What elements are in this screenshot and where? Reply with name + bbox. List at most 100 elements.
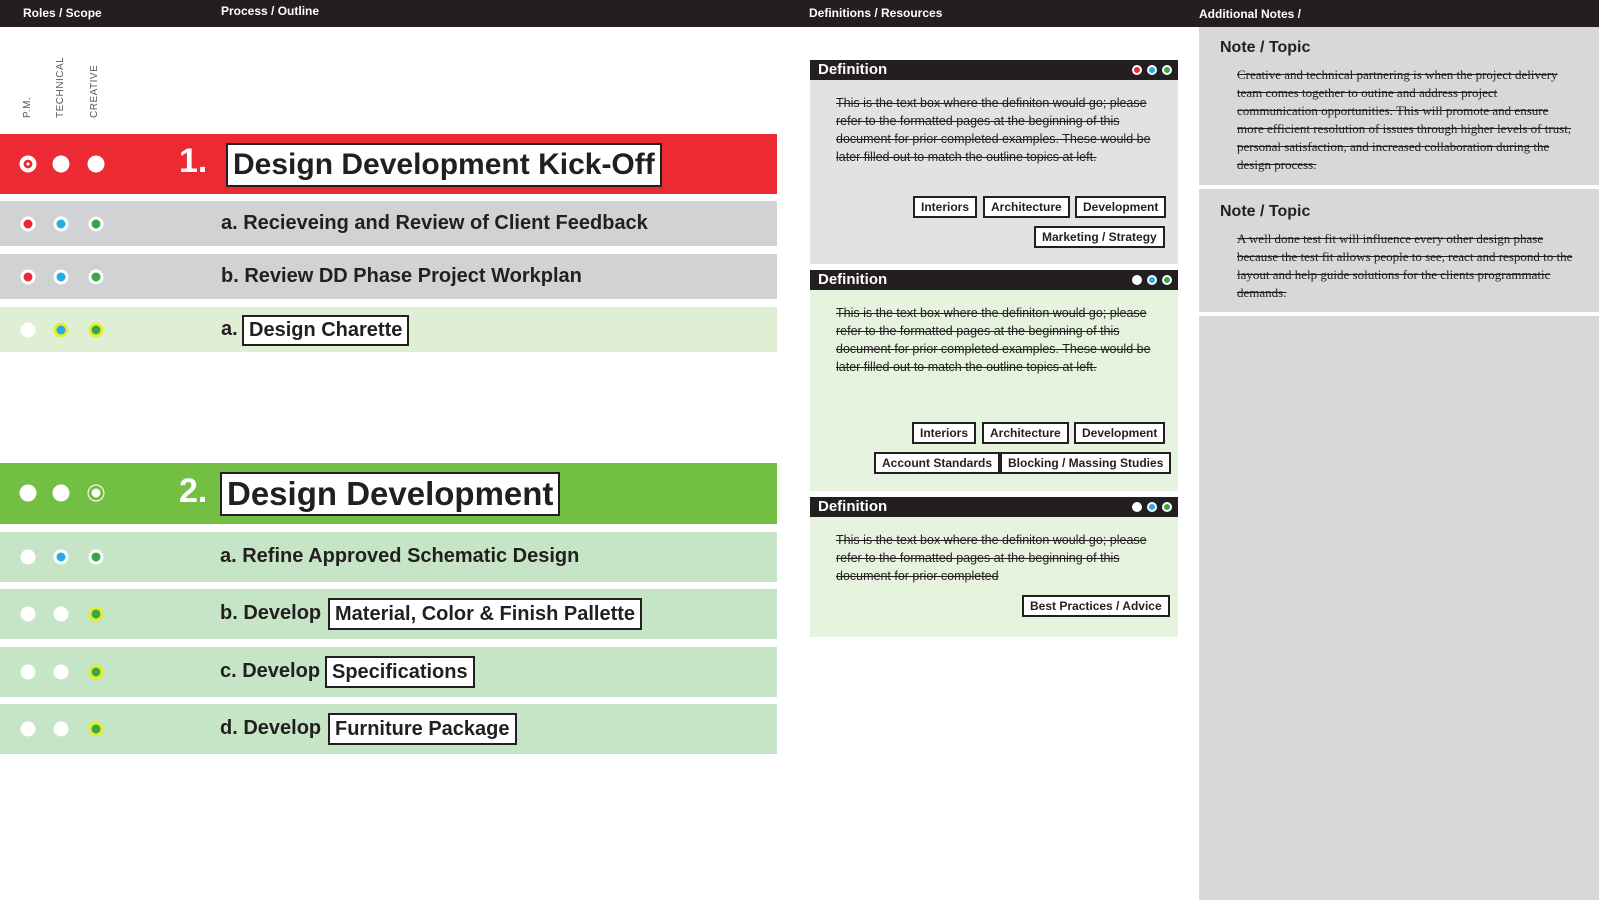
tag-best-practices-advice[interactable]: Best Practices / Advice	[1022, 595, 1170, 617]
tag-development[interactable]: Development	[1075, 196, 1167, 218]
phase-2-title: Design Development	[220, 472, 561, 516]
item-prefix: d. Develop	[220, 717, 322, 739]
additional-notes-heading: Additional Notes /	[1199, 7, 1301, 21]
definition-header: Definition	[810, 270, 1178, 290]
tag-marketing-strategy[interactable]: Marketing / Strategy	[1034, 226, 1165, 248]
phase-1-item-design-charette[interactable]: a. Design Charette	[0, 307, 777, 352]
phase-2-item-c[interactable]: c. Develop Specifications	[0, 647, 777, 697]
technical-role-dot	[53, 216, 69, 232]
technical-indicator-icon	[1147, 502, 1157, 512]
definition-text: This is the text box where the definiton…	[836, 96, 1151, 164]
roles-scope-heading: Roles / Scope	[23, 6, 102, 20]
technical-role-dot	[52, 484, 70, 502]
definition-title: Definition	[818, 498, 888, 515]
definition-card-1: Definition This is the text box where th…	[810, 60, 1178, 264]
creative-role-dot	[88, 322, 104, 338]
technical-role-dot	[53, 606, 69, 622]
creative-indicator-icon	[1162, 65, 1172, 75]
creative-role-dot	[88, 664, 104, 680]
pm-role-dot	[20, 664, 36, 680]
technical-indicator-icon	[1147, 65, 1157, 75]
role-label-pm: P.M.	[22, 96, 33, 118]
technical-role-dot	[53, 269, 69, 285]
role-label-technical: TECHNICAL	[55, 56, 66, 118]
creative-role-dot	[88, 606, 104, 622]
phase-2-item-b[interactable]: b. Develop Material, Color & Finish Pall…	[0, 589, 777, 639]
note-divider	[1199, 312, 1599, 316]
creative-role-dot	[88, 721, 104, 737]
definition-card-2: Definition This is the text box where th…	[810, 270, 1178, 491]
definition-title: Definition	[818, 61, 888, 78]
tag-account-standards[interactable]: Account Standards	[874, 452, 1001, 474]
tag-interiors[interactable]: Interiors	[912, 422, 977, 444]
tag-interiors[interactable]: Interiors	[913, 196, 978, 218]
pm-role-dot	[20, 549, 36, 565]
item-boxed-topic: Material, Color & Finish Pallette	[328, 598, 643, 630]
definition-body: This is the text box where the definiton…	[810, 517, 1178, 637]
creative-indicator-icon	[1162, 275, 1172, 285]
pm-indicator-icon	[1132, 502, 1142, 512]
technical-role-dot	[53, 721, 69, 737]
note-divider	[1199, 185, 1599, 189]
phase-2-item-a[interactable]: a. Refine Approved Schematic Design	[0, 532, 777, 582]
phase-1-item-a[interactable]: a. Recieveing and Review of Client Feedb…	[0, 201, 777, 246]
pm-indicator-icon	[1132, 65, 1142, 75]
pm-role-dot	[20, 216, 36, 232]
pm-role-dot	[20, 606, 36, 622]
item-prefix: c. Develop	[220, 660, 321, 682]
phase-1-title: Design Development Kick-Off	[226, 143, 662, 187]
note-1-title: Note / Topic	[1220, 39, 1311, 56]
item-label: a. Recieveing and Review of Client Feedb…	[221, 212, 648, 234]
creative-role-dot	[88, 216, 104, 232]
pm-role-dot	[20, 322, 36, 338]
pm-role-dot	[19, 484, 37, 502]
item-boxed-topic: Furniture Package	[328, 713, 517, 745]
definitions-resources-heading: Definitions / Resources	[809, 6, 943, 20]
tag-blocking-massing-studies[interactable]: Blocking / Massing Studies	[1000, 452, 1172, 474]
pm-indicator-icon	[1132, 275, 1142, 285]
creative-role-dot	[87, 484, 105, 502]
tag-architecture[interactable]: Architecture	[982, 422, 1069, 444]
additional-notes-panel: Note / Topic Creative and technical part…	[1199, 27, 1599, 900]
definition-body: This is the text box where the definiton…	[810, 290, 1178, 491]
phase-2-header[interactable]: 2. Design Development	[0, 463, 777, 524]
item-label: b. Review DD Phase Project Workplan	[221, 265, 582, 287]
definition-text: This is the text box where the definiton…	[836, 306, 1151, 374]
technical-role-dot	[52, 155, 70, 173]
process-outline-heading: Process / Outline	[221, 4, 320, 18]
definition-body: This is the text box where the definiton…	[810, 80, 1178, 264]
item-boxed-topic: Design Charette	[242, 315, 410, 346]
definition-header: Definition	[810, 60, 1178, 80]
item-boxed-topic: Specifications	[325, 656, 475, 688]
tag-development[interactable]: Development	[1074, 422, 1166, 444]
technical-role-dot	[53, 322, 69, 338]
definition-title: Definition	[818, 271, 888, 288]
technical-role-dot	[53, 549, 69, 565]
creative-indicator-icon	[1162, 502, 1172, 512]
pm-role-dot	[19, 155, 37, 173]
definition-header: Definition	[810, 497, 1178, 517]
phase-1-number: 1.	[179, 142, 208, 180]
definition-text: This is the text box where the definiton…	[836, 533, 1147, 583]
technical-role-dot	[53, 664, 69, 680]
phase-1-header[interactable]: 1. Design Development Kick-Off	[0, 134, 777, 194]
note-2-text: A well done test fit will influence ever…	[1237, 231, 1573, 300]
item-label: a. Refine Approved Schematic Design	[220, 545, 580, 567]
header-bar: Roles / Scope Process / Outline Definiti…	[0, 0, 1599, 27]
creative-role-dot	[88, 549, 104, 565]
tag-architecture[interactable]: Architecture	[983, 196, 1070, 218]
pm-role-dot	[20, 269, 36, 285]
phase-2-number: 2.	[179, 472, 208, 510]
creative-role-dot	[87, 155, 105, 173]
phase-1-item-b[interactable]: b. Review DD Phase Project Workplan	[0, 254, 777, 299]
note-2-title: Note / Topic	[1220, 203, 1311, 220]
item-prefix: a.	[221, 318, 238, 340]
note-1-text: Creative and technical partnering is whe…	[1237, 67, 1572, 172]
item-prefix: b. Develop	[220, 602, 322, 624]
technical-indicator-icon	[1147, 275, 1157, 285]
pm-role-dot	[20, 721, 36, 737]
phase-2-item-d[interactable]: d. Develop Furniture Package	[0, 704, 777, 754]
definition-card-3: Definition This is the text box where th…	[810, 497, 1178, 637]
role-label-creative: CREATIVE	[89, 64, 100, 118]
creative-role-dot	[88, 269, 104, 285]
